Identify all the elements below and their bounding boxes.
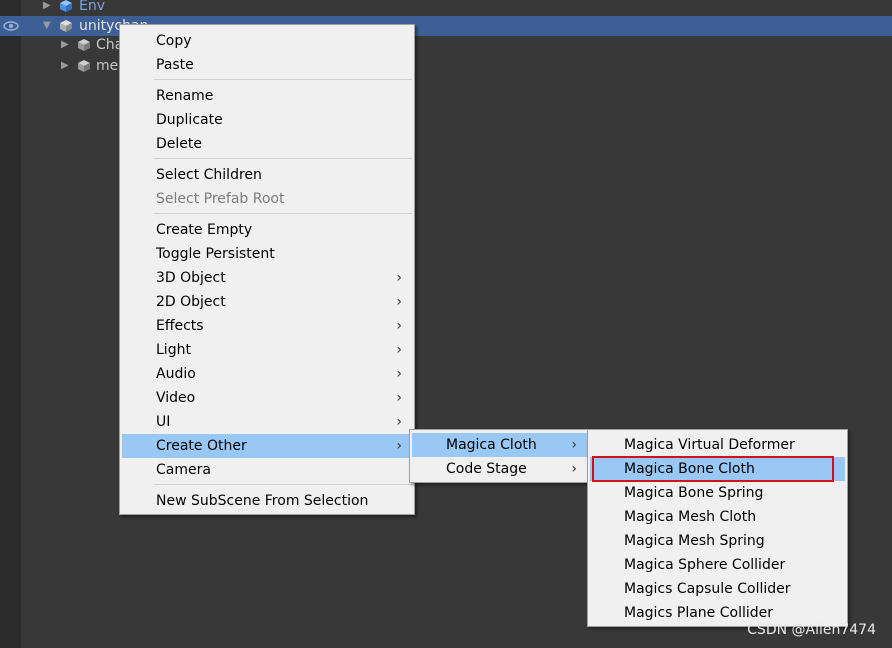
collapse-arrow-icon[interactable]: ▼: [43, 16, 51, 36]
menu-item-camera[interactable]: Camera: [122, 458, 412, 482]
menu-item-effects[interactable]: Effects ›: [122, 314, 412, 338]
create-other-submenu: Magica Cloth › Code Stage ›: [409, 429, 590, 483]
submenu-arrow-icon: ›: [571, 437, 577, 453]
menu-item-magica-bone-cloth[interactable]: Magica Bone Cloth: [590, 457, 845, 481]
gameobject-cube-icon: [60, 0, 72, 12]
expand-arrow-icon[interactable]: ▶: [61, 56, 69, 76]
menu-separator: [154, 213, 412, 214]
menu-item-2d-object[interactable]: 2D Object ›: [122, 290, 412, 314]
submenu-arrow-icon: ›: [396, 390, 402, 406]
menu-item-copy[interactable]: Copy: [122, 29, 412, 53]
submenu-arrow-icon: ›: [396, 414, 402, 430]
menu-item-ui[interactable]: UI ›: [122, 410, 412, 434]
menu-item-duplicate[interactable]: Duplicate: [122, 108, 412, 132]
submenu-arrow-icon: ›: [396, 294, 402, 310]
submenu-arrow-icon: ›: [396, 438, 402, 454]
menu-item-magics-capsule-collider[interactable]: Magics Capsule Collider: [590, 577, 845, 601]
hierarchy-gutter: [0, 0, 21, 648]
submenu-arrow-icon: ›: [396, 342, 402, 358]
menu-item-magica-mesh-spring[interactable]: Magica Mesh Spring: [590, 529, 845, 553]
menu-item-create-empty[interactable]: Create Empty: [122, 218, 412, 242]
menu-separator: [154, 158, 412, 159]
menu-separator: [154, 79, 412, 80]
menu-item-paste[interactable]: Paste: [122, 53, 412, 77]
menu-item-toggle-persistent[interactable]: Toggle Persistent: [122, 242, 412, 266]
menu-item-magica-cloth[interactable]: Magica Cloth ›: [412, 433, 587, 457]
menu-item-select-prefab-root: Select Prefab Root: [156, 191, 285, 207]
visibility-eye-icon[interactable]: [3, 19, 19, 33]
menu-item-rename[interactable]: Rename: [122, 84, 412, 108]
submenu-arrow-icon: ›: [396, 366, 402, 382]
gameobject-cube-icon: [60, 20, 72, 32]
menu-item-code-stage[interactable]: Code Stage ›: [412, 457, 587, 481]
context-menu: Copy Paste Rename Duplicate Delete Selec…: [119, 24, 415, 515]
menu-item-audio[interactable]: Audio ›: [122, 362, 412, 386]
submenu-arrow-icon: ›: [396, 270, 402, 286]
gameobject-cube-icon: [78, 39, 90, 51]
expand-arrow-icon[interactable]: ▶: [61, 35, 69, 55]
magica-cloth-submenu: Magica Virtual Deformer Magica Bone Clot…: [587, 429, 848, 627]
submenu-arrow-icon: ›: [571, 461, 577, 477]
menu-separator: [154, 484, 412, 485]
menu-item-video[interactable]: Video ›: [122, 386, 412, 410]
menu-item-magica-mesh-cloth[interactable]: Magica Mesh Cloth: [590, 505, 845, 529]
hierarchy-row-env[interactable]: ▶ Env: [0, 0, 892, 16]
menu-item-delete[interactable]: Delete: [122, 132, 412, 156]
menu-item-magica-bone-spring[interactable]: Magica Bone Spring: [590, 481, 845, 505]
expand-arrow-icon[interactable]: ▶: [43, 0, 51, 16]
watermark: CSDN @Allen7474: [747, 622, 876, 638]
menu-item-magica-virtual-deformer[interactable]: Magica Virtual Deformer: [590, 433, 845, 457]
menu-item-create-other[interactable]: Create Other ›: [122, 434, 412, 458]
submenu-arrow-icon: ›: [396, 318, 402, 334]
menu-item-magica-sphere-collider[interactable]: Magica Sphere Collider: [590, 553, 845, 577]
menu-item-select-children[interactable]: Select Children: [122, 163, 412, 187]
menu-item-new-subscene[interactable]: New SubScene From Selection: [122, 489, 412, 513]
menu-item-light[interactable]: Light ›: [122, 338, 412, 362]
menu-item-3d-object[interactable]: 3D Object ›: [122, 266, 412, 290]
hierarchy-label: Env: [79, 0, 106, 14]
gameobject-cube-icon: [78, 60, 90, 72]
